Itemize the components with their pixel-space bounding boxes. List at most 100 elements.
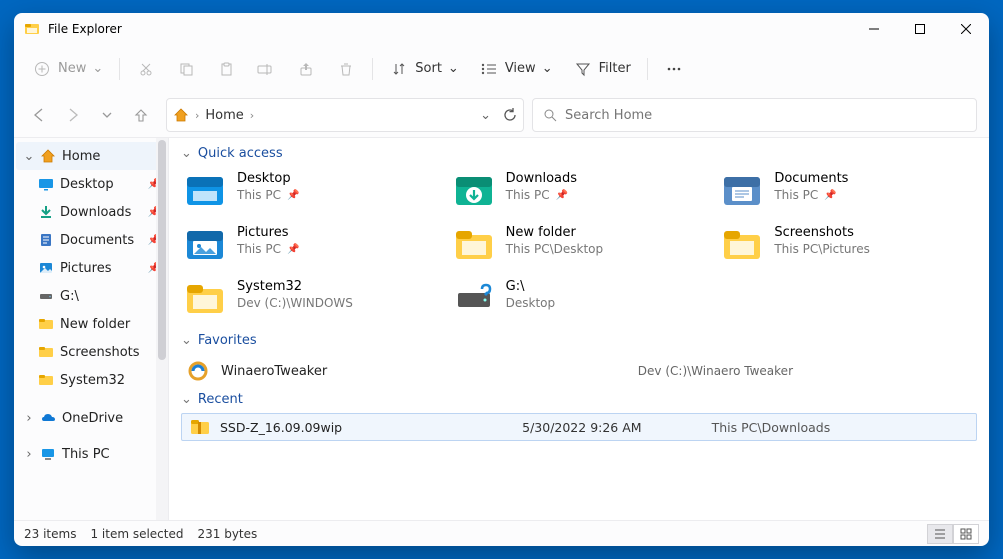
chevron-down-icon: ⌄ [181,146,192,161]
zip-icon [190,418,210,436]
sidebar-item-thispc[interactable]: ›This PC [16,440,166,468]
sidebar-item-screenshots[interactable]: Screenshots [16,338,166,366]
item-name: Documents [774,171,848,188]
quick-access-item[interactable]: Downloads This PC 📌 [450,167,709,215]
breadcrumb-home[interactable]: › Home › [173,107,254,123]
chevron-right-icon: › [250,109,254,122]
back-button[interactable] [22,98,56,132]
rename-button[interactable] [248,53,284,85]
nav-buttons [22,98,158,132]
item-location: This PC 📌 [506,188,577,204]
search-input[interactable] [565,108,966,123]
item-name: G:\ [506,279,556,296]
minimize-button[interactable] [851,13,897,45]
window-controls [851,13,989,45]
sidebar-item-onedrive[interactable]: ›OneDrive [16,404,166,432]
new-button[interactable]: New ⌄ [24,53,111,85]
forward-button[interactable] [56,98,90,132]
drive-icon [38,288,54,304]
cut-button[interactable] [128,53,164,85]
item-location: This PC\Desktop [506,242,603,258]
rename-icon [256,59,276,79]
file-explorer-window: File Explorer New ⌄ Sort ⌄ View ⌄ [14,13,989,546]
desktop-icon [38,176,54,192]
documents-icon [38,232,54,248]
search-box[interactable] [532,98,977,132]
item-location: Dev (C:)\WINDOWS [237,296,353,312]
downloads-icon [38,204,54,220]
pictures-icon [38,260,54,276]
sidebar-item-gdrive[interactable]: G:\ [16,282,166,310]
body: ⌄ Home Desktop📌 Downloads📌 Documents📌 Pi… [14,137,989,520]
paste-icon [216,59,236,79]
view-button[interactable]: View ⌄ [471,53,561,85]
this-pc-icon [40,446,56,462]
favorite-item[interactable]: WinaeroTweaker Dev (C:)\Winaero Tweaker [181,354,977,392]
quick-access-item[interactable]: Pictures This PC 📌 [181,221,440,269]
status-size: 231 bytes [197,527,257,541]
copy-icon [176,59,196,79]
address-dropdown-button[interactable]: ⌄ [480,108,491,123]
recent-locations-button[interactable] [90,98,124,132]
sort-button[interactable]: Sort ⌄ [381,53,467,85]
share-button[interactable] [288,53,324,85]
refresh-button[interactable] [503,108,517,122]
toolbar: New ⌄ Sort ⌄ View ⌄ Filter [14,45,989,93]
sidebar-item-system32[interactable]: System32 [16,366,166,394]
status-item-count: 23 items [24,527,76,541]
app-icon [187,360,209,382]
quick-access-item[interactable]: System32 Dev (C:)\WINDOWS [181,275,440,323]
section-quick-access[interactable]: ⌄ Quick access [181,146,977,161]
quick-access-item[interactable]: Documents This PC 📌 [718,167,977,215]
item-name: SSD-Z_16.09.09wip [220,420,342,435]
item-name: System32 [237,279,353,296]
onedrive-icon [40,410,56,426]
quick-access-item[interactable]: Screenshots This PC\Pictures [718,221,977,269]
content-pane: ⌄ Quick access Desktop This PC 📌 Downloa… [169,138,989,520]
section-favorites[interactable]: ⌄ Favorites [181,333,977,348]
quick-access-item[interactable]: G:\ Desktop [450,275,709,323]
sidebar-item-home[interactable]: ⌄ Home [16,142,166,170]
quick-access-item[interactable]: Desktop This PC 📌 [181,167,440,215]
recent-item[interactable]: SSD-Z_16.09.09wip 5/30/2022 9:26 AM This… [181,413,977,441]
home-icon [173,107,189,123]
address-bar[interactable]: › Home › ⌄ [166,98,524,132]
recent-list: SSD-Z_16.09.09wip 5/30/2022 9:26 AM This… [181,413,977,441]
share-icon [296,59,316,79]
sidebar-item-desktop[interactable]: Desktop📌 [16,170,166,198]
item-location: This PC\Pictures [774,242,870,258]
pin-icon: 📌 [287,243,299,256]
item-location: Dev (C:)\Winaero Tweaker [638,364,793,378]
sidebar-item-downloads[interactable]: Downloads📌 [16,198,166,226]
item-location: This PC 📌 [237,188,299,204]
copy-button[interactable] [168,53,204,85]
sidebar-item-newfolder[interactable]: New folder [16,310,166,338]
scrollbar-thumb[interactable] [158,140,166,360]
view-toggle [927,524,979,544]
details-view-button[interactable] [927,524,953,544]
up-button[interactable] [124,98,158,132]
window-title: File Explorer [48,22,851,36]
more-button[interactable] [656,53,692,85]
filter-icon [573,59,593,79]
close-button[interactable] [943,13,989,45]
quick-access-grid: Desktop This PC 📌 Downloads This PC 📌 Do… [181,167,977,323]
app-icon [24,21,40,37]
sort-icon [389,59,409,79]
folder-icon [38,316,54,332]
sidebar-item-documents[interactable]: Documents📌 [16,226,166,254]
drive-icon [452,279,496,319]
paste-button[interactable] [208,53,244,85]
maximize-button[interactable] [897,13,943,45]
folder-icon [452,225,496,265]
item-name: Desktop [237,171,299,188]
navigation-pane: ⌄ Home Desktop📌 Downloads📌 Documents📌 Pi… [14,138,169,520]
sidebar-item-pictures[interactable]: Pictures📌 [16,254,166,282]
sidebar-scrollbar[interactable] [156,138,168,520]
thumbnails-view-button[interactable] [953,524,979,544]
filter-button[interactable]: Filter [565,53,639,85]
delete-button[interactable] [328,53,364,85]
chevron-down-icon: ⌄ [181,333,192,348]
section-recent[interactable]: ⌄ Recent [181,392,977,407]
quick-access-item[interactable]: New folder This PC\Desktop [450,221,709,269]
